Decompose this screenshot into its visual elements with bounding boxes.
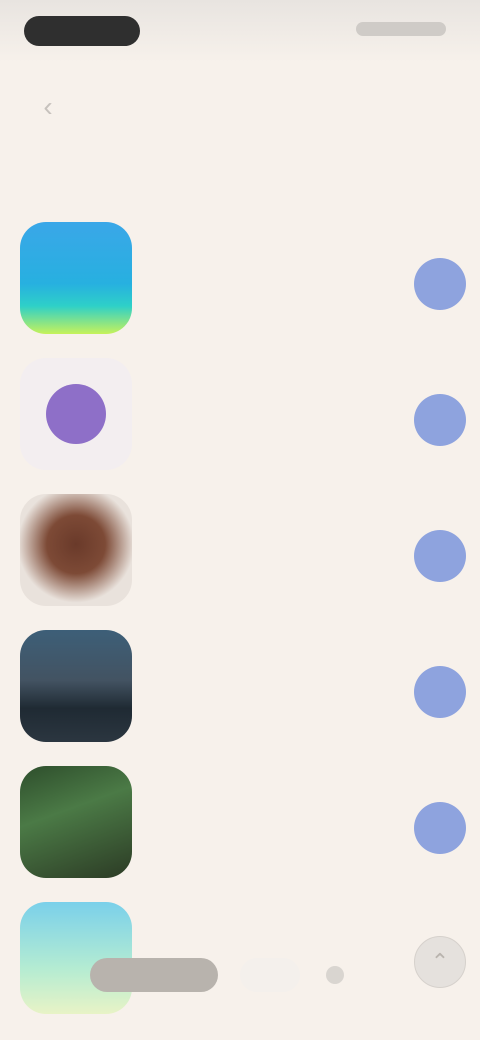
up-arrow-icon: ⌃ [430,949,450,974]
list-item[interactable] [0,616,480,752]
top-bar: ‹ [0,68,480,138]
list-item[interactable] [0,752,480,888]
nav-primary-pill[interactable] [90,958,218,992]
app-icon[interactable] [20,222,132,334]
app-icon[interactable] [20,358,132,470]
list-item[interactable] [0,480,480,616]
chevron-left-icon: ‹ [43,91,53,122]
get-button[interactable] [414,394,466,446]
nav-dot-icon[interactable] [326,966,344,984]
back-button[interactable]: ‹ [30,92,66,122]
section-header [28,168,448,192]
list-item[interactable] [0,208,480,344]
app-icon[interactable] [20,494,132,606]
get-button[interactable] [414,258,466,310]
list-item[interactable] [0,344,480,480]
app-icon[interactable] [20,766,132,878]
app-icon-glyph [46,384,106,444]
get-button[interactable] [414,802,466,854]
bottom-nav [90,952,390,998]
get-button[interactable] [414,666,466,718]
status-time-pill [24,16,140,46]
status-icons [356,22,446,36]
nav-secondary-pill[interactable] [240,958,300,992]
floating-action-button[interactable]: ⌃ [414,936,466,988]
status-bar [0,0,480,62]
get-button[interactable] [414,530,466,582]
app-icon[interactable] [20,630,132,742]
